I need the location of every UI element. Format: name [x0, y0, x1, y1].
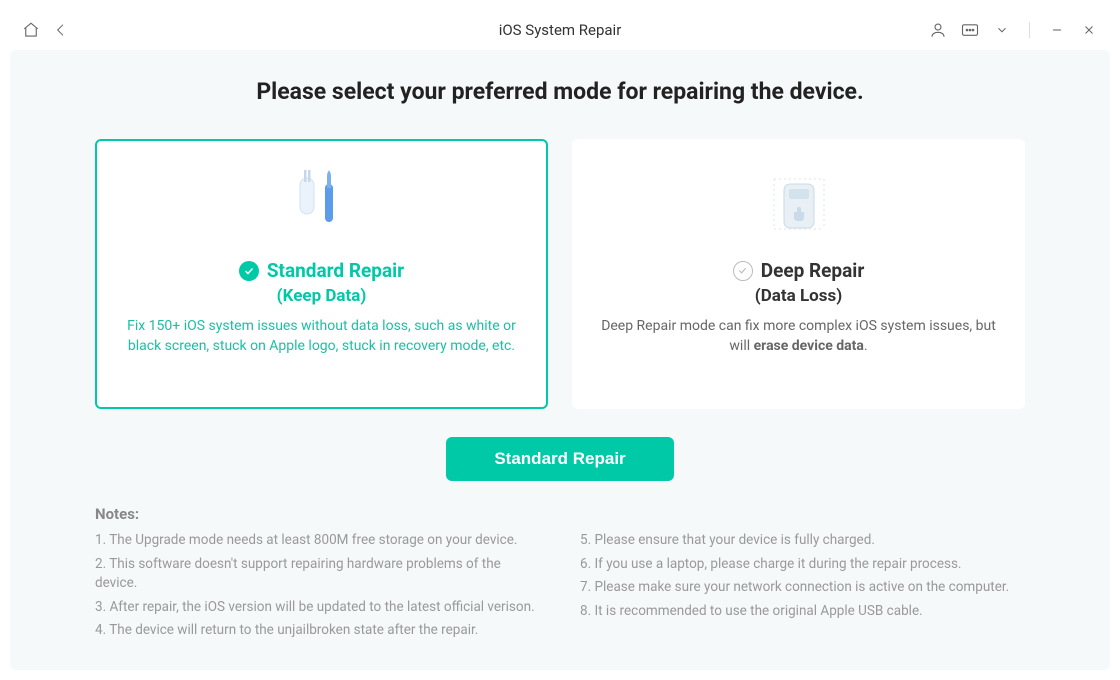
- note-item: 3. After repair, the iOS version will be…: [95, 598, 540, 618]
- standard-repair-description: Fix 150+ iOS system issues without data …: [119, 316, 524, 357]
- titlebar: iOS System Repair: [10, 10, 1110, 50]
- note-item: 7. Please make sure your network connect…: [580, 578, 1025, 598]
- note-item: 1. The Upgrade mode needs at least 800M …: [95, 531, 540, 551]
- deep-repair-card[interactable]: Deep Repair (Data Loss) Deep Repair mode…: [572, 139, 1025, 409]
- content-area: Please select your preferred mode for re…: [10, 50, 1110, 670]
- notes-section: Notes: 1. The Upgrade mode needs at leas…: [95, 505, 1025, 641]
- check-circle-icon: [239, 261, 259, 281]
- notes-title: Notes:: [95, 505, 1025, 523]
- deep-repair-subtitle: (Data Loss): [755, 286, 842, 306]
- note-item: 5. Please ensure that your device is ful…: [580, 531, 1025, 551]
- deep-repair-description: Deep Repair mode can fix more complex iO…: [596, 316, 1001, 357]
- home-icon[interactable]: [22, 21, 40, 39]
- standard-repair-card[interactable]: Standard Repair (Keep Data) Fix 150+ iOS…: [95, 139, 548, 409]
- standard-repair-title: Standard Repair: [267, 259, 404, 282]
- chat-icon[interactable]: [961, 21, 979, 39]
- phone-repair-icon: [764, 169, 834, 239]
- page-heading: Please select your preferred mode for re…: [256, 78, 863, 105]
- note-item: 6. If you use a laptop, please charge it…: [580, 555, 1025, 575]
- notes-right-column: 5. Please ensure that your device is ful…: [580, 531, 1025, 641]
- check-circle-outline-icon: [733, 261, 753, 281]
- user-icon[interactable]: [929, 21, 947, 39]
- standard-repair-button[interactable]: Standard Repair: [446, 437, 673, 481]
- note-item: 4. The device will return to the unjailb…: [95, 621, 540, 641]
- note-item: 8. It is recommended to use the original…: [580, 602, 1025, 622]
- minimize-icon[interactable]: [1048, 21, 1066, 39]
- chevron-down-icon[interactable]: [993, 21, 1011, 39]
- standard-repair-subtitle: (Keep Data): [277, 286, 367, 306]
- deep-repair-title: Deep Repair: [761, 259, 865, 282]
- notes-left-column: 1. The Upgrade mode needs at least 800M …: [95, 531, 540, 641]
- wrench-screwdriver-icon: [287, 169, 357, 239]
- divider: [1029, 22, 1030, 38]
- app-title: iOS System Repair: [499, 21, 622, 39]
- mode-cards: Standard Repair (Keep Data) Fix 150+ iOS…: [95, 139, 1025, 409]
- close-icon[interactable]: [1080, 21, 1098, 39]
- note-item: 2. This software doesn't support repairi…: [95, 555, 540, 594]
- back-icon[interactable]: [52, 21, 70, 39]
